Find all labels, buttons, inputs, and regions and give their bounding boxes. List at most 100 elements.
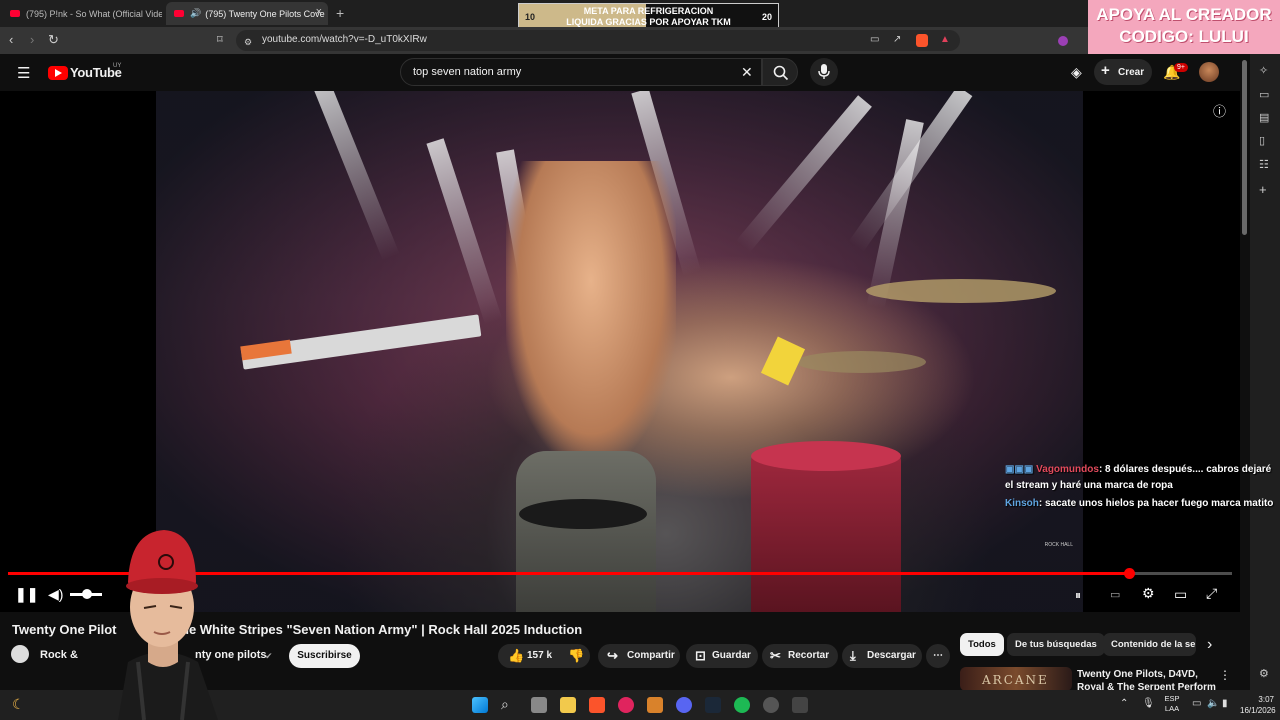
page-scrollbar[interactable] bbox=[1242, 60, 1247, 235]
language-indicator[interactable]: ESP LAA bbox=[1160, 694, 1184, 714]
bass-drum bbox=[751, 451, 901, 612]
media-player-icon[interactable] bbox=[618, 697, 634, 713]
spotify-icon[interactable] bbox=[734, 697, 750, 713]
menu-icon[interactable]: ☰ bbox=[17, 64, 30, 82]
broadcast-watermark: ROCK HALL bbox=[1044, 542, 1073, 548]
news-icon[interactable]: ▤ bbox=[1259, 111, 1269, 124]
site-settings-icon[interactable]: ⚙ bbox=[244, 35, 252, 49]
save-button[interactable]: ⊡ Guardar bbox=[686, 644, 758, 668]
stream-chat-overlay: ▣▣▣ Vagomundos: 8 dólares después.... ca… bbox=[1005, 462, 1280, 512]
recommendation-title[interactable]: Twenty One Pilots, D4VD, Royal & The Ser… bbox=[1077, 668, 1217, 690]
video-frame[interactable]: ROCK HALL bbox=[156, 91, 1083, 612]
save-label: Guardar bbox=[712, 650, 751, 661]
account-avatar[interactable] bbox=[1199, 62, 1219, 82]
reload-icon[interactable]: ↻ bbox=[48, 33, 59, 47]
chevron-right-icon[interactable]: › bbox=[1207, 636, 1212, 654]
clip-button[interactable]: ✂ Recortar bbox=[762, 644, 838, 668]
volume-handle[interactable] bbox=[82, 589, 92, 599]
obs-icon[interactable] bbox=[763, 697, 779, 713]
share-button[interactable]: ↪ Compartir bbox=[598, 644, 680, 668]
chat-message: Kinsoh: sacate unos hielos pa hacer fueg… bbox=[1005, 496, 1280, 512]
extension-icon[interactable] bbox=[1058, 36, 1068, 46]
create-button[interactable]: + Crear bbox=[1094, 59, 1152, 85]
brave-rewards-icon[interactable]: ▲ bbox=[940, 33, 950, 47]
settings-icon[interactable]: ⚙ bbox=[1142, 586, 1155, 600]
search-button[interactable] bbox=[762, 58, 798, 86]
app-tool-icon[interactable] bbox=[792, 697, 808, 713]
add-panel-icon[interactable]: + bbox=[1259, 182, 1267, 197]
youtube-logo-icon[interactable] bbox=[48, 66, 68, 80]
cast-icon[interactable]: ▭ bbox=[870, 33, 879, 47]
search-input[interactable]: top seven nation army bbox=[413, 66, 521, 78]
clip-label: Recortar bbox=[788, 650, 830, 661]
browser-side-panel: ✧ ▭ ▤ ▯ ☷ + ⚙ bbox=[1250, 54, 1280, 694]
network-icon[interactable]: ▭ bbox=[1192, 698, 1201, 709]
chip-from-searches[interactable]: De tus búsquedas bbox=[1007, 633, 1105, 656]
bookmarks-icon[interactable]: ▯ bbox=[1259, 134, 1265, 147]
discord-icon[interactable] bbox=[676, 697, 692, 713]
bookmark-icon[interactable]: ⌑ bbox=[217, 33, 223, 47]
back-arrow-icon[interactable]: ‹ bbox=[9, 33, 13, 47]
youtube-header: ☰ YouTube UY top seven nation army ✕ ◈ +… bbox=[0, 54, 1240, 91]
pause-icon[interactable]: ❚❚ bbox=[15, 587, 38, 601]
thumbs-down-icon[interactable]: 👎 bbox=[568, 644, 584, 668]
leo-ai-icon[interactable]: ✧ bbox=[1259, 64, 1268, 77]
share-arrow-icon: ↪ bbox=[607, 648, 618, 663]
plus-icon: + bbox=[1101, 62, 1110, 79]
channel-avatar[interactable] bbox=[11, 645, 29, 663]
task-view-icon[interactable] bbox=[531, 697, 547, 713]
fullscreen-icon[interactable]: ⤢ bbox=[1206, 586, 1217, 600]
clear-search-icon[interactable]: ✕ bbox=[741, 64, 753, 81]
theater-mode-icon[interactable]: ▭ bbox=[1174, 587, 1187, 601]
brave-shield-icon[interactable] bbox=[916, 34, 928, 47]
start-menu-icon[interactable] bbox=[472, 697, 488, 713]
chip-all[interactable]: Todos bbox=[960, 633, 1004, 656]
subscribe-button[interactable]: Suscribirse bbox=[289, 644, 360, 668]
stage-light-beam bbox=[311, 91, 400, 261]
battery-icon[interactable]: ▮ bbox=[1222, 698, 1228, 709]
url-text[interactable]: youtube.com/watch?v=-D_uT0kXIRw bbox=[262, 34, 427, 45]
live-cast-icon[interactable]: ◈ bbox=[1071, 64, 1082, 81]
share-icon[interactable]: ↗ bbox=[893, 33, 901, 47]
tab-pink-so-what[interactable]: (795) P!nk - So What (Official Video) bbox=[2, 2, 162, 25]
file-explorer-icon[interactable] bbox=[560, 697, 576, 713]
download-button[interactable]: ⤓ Descargar bbox=[842, 644, 922, 668]
more-actions-button[interactable]: ⋯ bbox=[926, 644, 950, 668]
app-a-icon[interactable] bbox=[647, 697, 663, 713]
tab-twenty-one-pilots[interactable]: 🔊 (795) Twenty One Pilots Cove × bbox=[166, 2, 328, 25]
tab-label: (795) P!nk - So What (Official Video) bbox=[26, 8, 162, 19]
like-count[interactable]: 157 k bbox=[527, 644, 552, 668]
thumbs-up-icon[interactable]: 👍 bbox=[508, 644, 524, 668]
speaker-tray-icon[interactable]: 🔈 bbox=[1207, 698, 1219, 709]
new-tab-button[interactable]: + bbox=[336, 5, 344, 21]
system-clock[interactable]: 3:07 16/1/2026 bbox=[1240, 694, 1276, 716]
youtube-favicon-icon bbox=[174, 10, 184, 17]
thumbnail-text: ARCANE bbox=[982, 673, 1049, 687]
voice-search-button[interactable] bbox=[810, 58, 838, 86]
language-code: ESP bbox=[1164, 694, 1180, 703]
settings-gear-icon[interactable]: ⚙ bbox=[1259, 667, 1269, 680]
info-icon[interactable]: ⓘ bbox=[1213, 101, 1226, 120]
captions-icon[interactable]: ▭ bbox=[1110, 588, 1120, 602]
close-tab-icon[interactable]: × bbox=[316, 6, 322, 18]
volume-icon[interactable]: ◀) bbox=[48, 587, 63, 601]
reading-list-icon[interactable]: ☷ bbox=[1259, 158, 1269, 171]
recommendation-thumbnail[interactable]: ARCANE bbox=[960, 667, 1072, 691]
brave-browser-icon[interactable] bbox=[589, 697, 605, 713]
weather-moon-icon[interactable]: ☾ bbox=[12, 696, 25, 713]
taskbar-search-icon[interactable]: ⌕ bbox=[501, 696, 509, 713]
autoplay-toggle-icon[interactable]: ⏸ bbox=[1075, 588, 1081, 602]
address-toolbar: ‹ › ↻ ⌑ ⚙ youtube.com/watch?v=-D_uT0kXIR… bbox=[0, 27, 1088, 54]
chip-series-content[interactable]: Contenido de la ser bbox=[1103, 633, 1196, 656]
cymbal bbox=[796, 351, 926, 373]
kebab-menu-icon[interactable]: ⋮ bbox=[1219, 668, 1231, 682]
creator-code-banner: APOYA AL CREADOR CODIGO: LULUI bbox=[1088, 0, 1280, 54]
search-icon bbox=[773, 65, 789, 81]
tray-mic-icon[interactable]: 🎙 bbox=[1142, 698, 1155, 709]
forward-arrow-icon[interactable]: › bbox=[30, 33, 34, 47]
drummer-pants bbox=[516, 451, 656, 612]
tray-chevron-icon[interactable]: ⌃ bbox=[1120, 698, 1128, 709]
channel-name-left[interactable]: Rock & bbox=[40, 649, 78, 661]
steam-icon[interactable] bbox=[705, 697, 721, 713]
wallet-icon[interactable]: ▭ bbox=[1259, 88, 1269, 101]
